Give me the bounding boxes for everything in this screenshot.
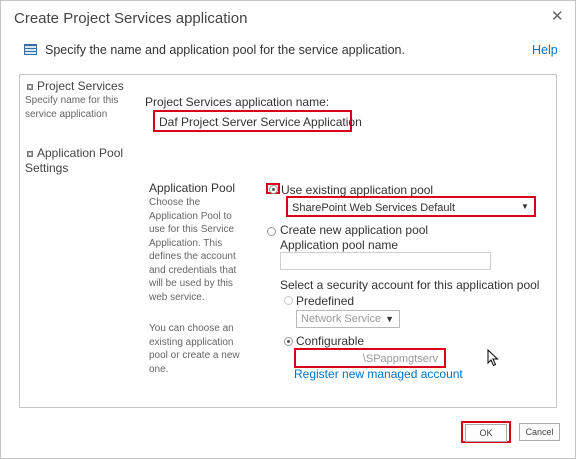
- settings-panel: Project Services Specify name for this s…: [19, 74, 557, 408]
- existing-pool-value: SharePoint Web Services Default: [292, 202, 456, 214]
- close-icon[interactable]: ✕: [551, 7, 564, 25]
- app-pool-description: Choose the Application Pool to use for t…: [149, 197, 237, 303]
- use-existing-label: Use existing application pool: [281, 183, 434, 197]
- configurable-account-value: \SPappmgtserv: [362, 353, 438, 365]
- list-icon: [24, 44, 37, 55]
- service-name-label: Project Services application name:: [145, 95, 330, 109]
- mouse-cursor-icon: [487, 348, 499, 372]
- existing-pool-select[interactable]: SharePoint Web Services Default ▼: [286, 196, 536, 217]
- predefined-radio[interactable]: [284, 296, 293, 305]
- predefined-account-select[interactable]: Network Service ▼: [296, 310, 400, 328]
- app-pool-description-2: You can choose an existing application p…: [149, 323, 240, 375]
- app-pool-subtitle: Application Pool: [149, 181, 236, 195]
- section-description-project-services: Specify name for this service applicatio…: [25, 95, 119, 120]
- cancel-button[interactable]: Cancel: [519, 423, 560, 441]
- create-new-label: Create new application pool: [280, 223, 429, 237]
- intro-text: Specify the name and application pool fo…: [45, 43, 405, 57]
- dialog-title: Create Project Services application: [14, 10, 248, 27]
- pool-name-input[interactable]: [280, 252, 491, 270]
- chevron-down-icon: ▼: [385, 314, 394, 324]
- predefined-label: Predefined: [296, 294, 355, 308]
- ok-button-highlight: OK: [461, 421, 511, 443]
- collapse-section-icon[interactable]: [27, 84, 33, 90]
- configurable-radio[interactable]: [284, 337, 293, 346]
- ok-button[interactable]: OK: [465, 424, 507, 442]
- configurable-label: Configurable: [296, 334, 365, 348]
- create-new-radio[interactable]: [267, 227, 276, 236]
- predefined-account-value: Network Service: [301, 313, 382, 325]
- help-link[interactable]: Help: [532, 43, 558, 57]
- configurable-account-select[interactable]: \SPappmgtserv: [294, 348, 446, 368]
- section-title-app-pool: Application Pool Settings: [25, 146, 124, 175]
- service-name-input[interactable]: Daf Project Server Service Application: [153, 110, 362, 132]
- security-account-label: Select a security account for this appli…: [280, 278, 540, 292]
- pool-name-label: Application pool name: [280, 238, 399, 252]
- use-existing-radio[interactable]: [269, 185, 278, 194]
- create-project-services-dialog: Create Project Services application ✕ Sp…: [0, 0, 576, 459]
- use-existing-radio-highlight: [266, 183, 280, 194]
- chevron-down-icon: ▼: [521, 202, 529, 211]
- section-title-project-services: Project Services: [37, 79, 124, 93]
- register-managed-account-link[interactable]: Register new managed account: [294, 367, 463, 381]
- service-name-value: Daf Project Server Service Application: [159, 115, 362, 129]
